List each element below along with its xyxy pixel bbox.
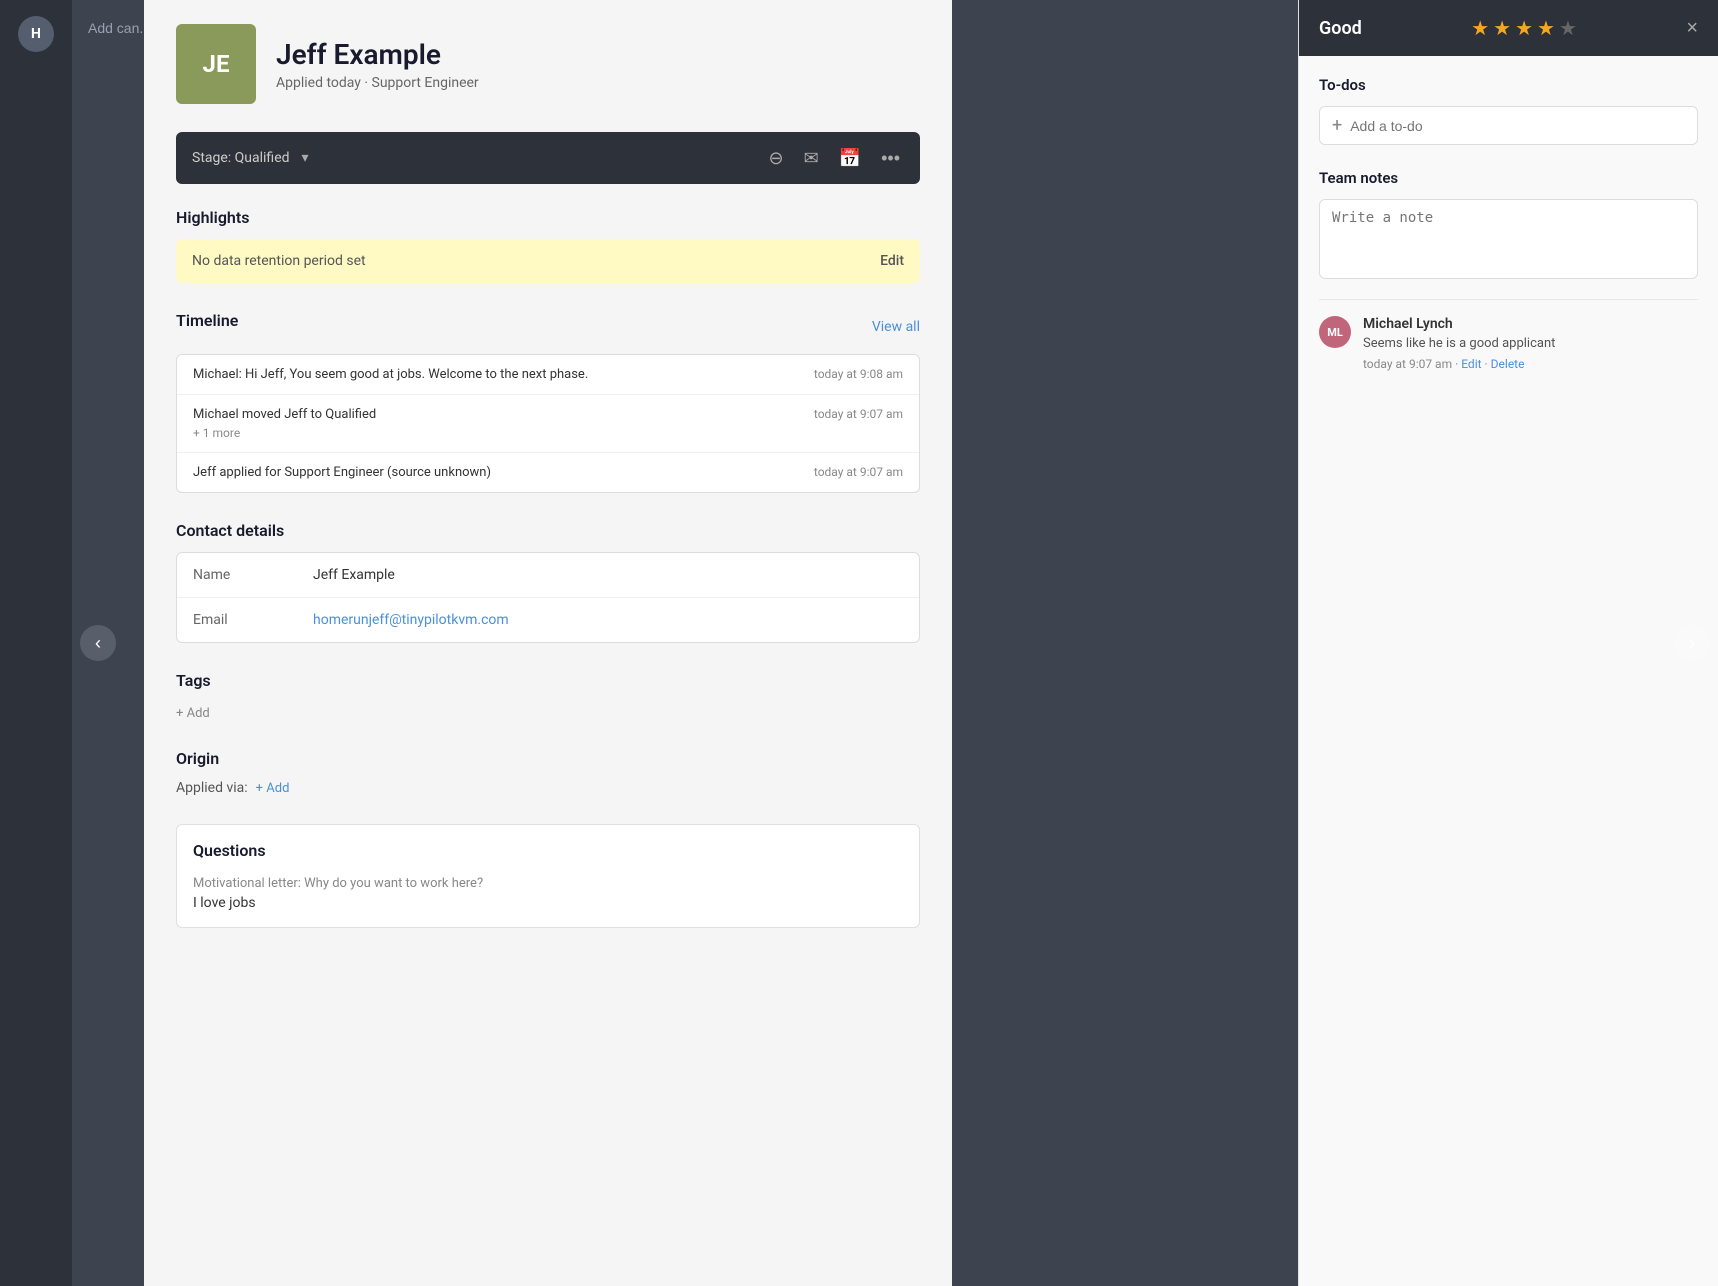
contact-box: Name Jeff Example Email homerunjeff@tiny… — [176, 552, 920, 643]
tags-section: Tags + Add — [176, 671, 920, 721]
timeline-item-time: today at 9:07 am — [814, 407, 903, 421]
schedule-button[interactable]: 📅 — [835, 144, 865, 173]
add-tag-button[interactable]: + Add — [176, 706, 210, 721]
app-logo[interactable]: H — [18, 16, 54, 52]
stage-actions: ⊖ ✉ 📅 ••• — [764, 144, 904, 173]
table-row: Michael moved Jeff to Qualified + 1 more… — [177, 395, 919, 453]
detail-panel: JE Jeff Example Applied today · Support … — [144, 0, 952, 1286]
main-background: Add can... ML ‹ › JE Jeff Example Applie… — [72, 0, 1718, 1286]
star-4[interactable]: ★ — [1537, 16, 1555, 40]
disqualify-button[interactable]: ⊖ — [764, 144, 787, 173]
origin-title: Origin — [176, 749, 920, 768]
todo-plus-icon[interactable]: + — [1332, 115, 1342, 136]
contact-label-email: Email — [193, 612, 313, 628]
disqualify-icon: ⊖ — [768, 148, 783, 168]
note-textarea[interactable] — [1319, 199, 1698, 279]
warning-text: No data retention period set — [192, 253, 366, 269]
questions-section: Questions Motivational letter: Why do yo… — [176, 824, 920, 928]
contact-title: Contact details — [176, 521, 920, 540]
timeline-section: Timeline View all Michael: Hi Jeff, You … — [176, 311, 920, 493]
star-5[interactable]: ★ — [1559, 16, 1577, 40]
star-1[interactable]: ★ — [1471, 16, 1489, 40]
note-entry: ML Michael Lynch Seems like he is a good… — [1319, 299, 1698, 371]
email-button[interactable]: ✉ — [800, 144, 823, 173]
note-time: today at 9:07 am — [1363, 357, 1452, 371]
star-rating[interactable]: ★ ★ ★ ★ ★ — [1471, 16, 1577, 40]
timeline-item-time: today at 9:08 am — [814, 367, 903, 381]
todo-input[interactable] — [1350, 118, 1685, 134]
origin-section: Origin Applied via: + Add — [176, 749, 920, 796]
stage-label[interactable]: Stage: Qualified — [192, 150, 756, 166]
note-text: Seems like he is a good applicant — [1363, 336, 1555, 351]
candidate-info: Jeff Example Applied today · Support Eng… — [276, 38, 479, 91]
note-author-avatar: ML — [1319, 316, 1351, 348]
contact-section: Contact details Name Jeff Example Email … — [176, 521, 920, 643]
team-notes-section: Team notes ML Michael Lynch Seems like h… — [1319, 169, 1698, 371]
email-icon: ✉ — [804, 148, 819, 168]
timeline-title: Timeline — [176, 311, 238, 330]
questions-title: Questions — [193, 841, 903, 860]
rating-title: Good — [1319, 18, 1362, 39]
view-all-link[interactable]: View all — [872, 319, 920, 335]
note-content: Michael Lynch Seems like he is a good ap… — [1363, 316, 1555, 371]
todos-title: To-dos — [1319, 76, 1698, 94]
timeline-header: Timeline View all — [176, 311, 920, 342]
tags-title: Tags — [176, 671, 920, 690]
todos-section: To-dos + — [1319, 76, 1698, 145]
contact-email-link[interactable]: homerunjeff@tinypilotkvm.com — [313, 612, 509, 628]
timeline-box: Michael: Hi Jeff, You seem good at jobs.… — [176, 354, 920, 493]
table-row: Jeff applied for Support Engineer (sourc… — [177, 453, 919, 492]
team-notes-title: Team notes — [1319, 169, 1698, 187]
table-row: Michael: Hi Jeff, You seem good at jobs.… — [177, 355, 919, 395]
add-candidate-label: Add can... — [88, 20, 151, 36]
note-edit-button[interactable]: Edit — [1461, 357, 1481, 371]
add-candidate-button[interactable]: Add can... — [88, 20, 151, 36]
note-delete-button[interactable]: Delete — [1491, 357, 1525, 371]
sidebar: H — [0, 0, 72, 1286]
candidate-name: Jeff Example — [276, 38, 479, 71]
todo-input-row: + — [1319, 106, 1698, 145]
timeline-item-time: today at 9:07 am — [814, 465, 903, 479]
highlights-section: Highlights No data retention period set … — [176, 208, 920, 283]
question-answer: I love jobs — [193, 895, 903, 911]
contact-label-name: Name — [193, 567, 313, 583]
add-origin-button[interactable]: + Add — [256, 781, 290, 796]
note-meta: today at 9:07 am · Edit · Delete — [1363, 357, 1555, 371]
edit-retention-button[interactable]: Edit — [880, 253, 904, 269]
ellipsis-icon: ••• — [881, 148, 900, 168]
close-button[interactable]: × — [1686, 17, 1698, 40]
candidate-meta: Applied today · Support Engineer — [276, 75, 479, 91]
warning-banner: No data retention period set Edit — [176, 239, 920, 283]
next-candidate-button[interactable]: › — [1674, 625, 1710, 661]
avatar: JE — [176, 24, 256, 104]
contact-value-name: Jeff Example — [313, 567, 395, 583]
timeline-item-text: Jeff applied for Support Engineer (sourc… — [193, 465, 798, 480]
stage-bar: Stage: Qualified ⊖ ✉ 📅 ••• — [176, 132, 920, 184]
timeline-item-text: Michael: Hi Jeff, You seem good at jobs.… — [193, 367, 798, 382]
origin-applied-via: Applied via: — [176, 780, 248, 796]
right-panel-body: To-dos + Team notes ML Michael Lynch — [1299, 56, 1718, 1286]
questions-box: Questions Motivational letter: Why do yo… — [176, 824, 920, 928]
contact-row-email: Email homerunjeff@tinypilotkvm.com — [177, 598, 919, 642]
star-2[interactable]: ★ — [1493, 16, 1511, 40]
timeline-more: + 1 more — [193, 422, 798, 440]
question-item: Motivational letter: Why do you want to … — [193, 876, 903, 911]
prev-candidate-button[interactable]: ‹ — [80, 625, 116, 661]
right-panel: Good ★ ★ ★ ★ ★ × To-dos + Team notes — [1298, 0, 1718, 1286]
candidate-header: JE Jeff Example Applied today · Support … — [176, 24, 920, 104]
more-actions-button[interactable]: ••• — [877, 144, 904, 173]
question-label: Motivational letter: Why do you want to … — [193, 876, 903, 891]
star-3[interactable]: ★ — [1515, 16, 1533, 40]
origin-row: Applied via: + Add — [176, 780, 920, 796]
contact-row-name: Name Jeff Example — [177, 553, 919, 598]
note-author-name: Michael Lynch — [1363, 316, 1555, 332]
timeline-item-text: Michael moved Jeff to Qualified — [193, 407, 798, 422]
right-panel-header: Good ★ ★ ★ ★ ★ × — [1299, 0, 1718, 56]
highlights-title: Highlights — [176, 208, 920, 227]
calendar-icon: 📅 — [839, 148, 861, 168]
